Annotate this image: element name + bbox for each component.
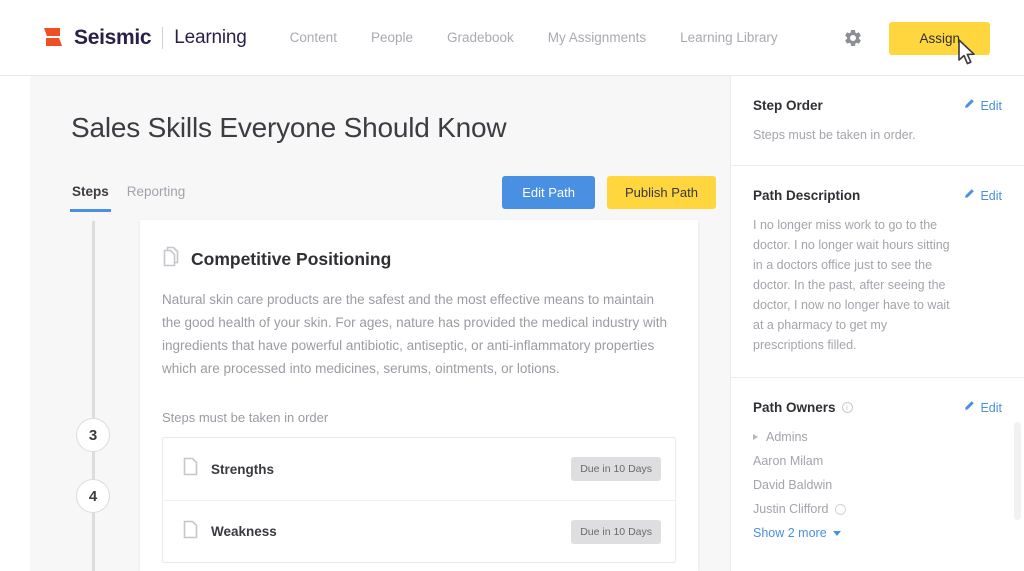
card-description: Natural skin care products are the safes… — [162, 292, 668, 376]
edit-path-description-button[interactable]: Edit — [963, 188, 1002, 203]
top-navigation-bar: Seismic Learning Content People Gradeboo… — [0, 0, 1024, 76]
nav-item-gradebook[interactable]: Gradebook — [430, 30, 531, 45]
owner-name: Justin Clifford — [753, 502, 829, 516]
document-icon — [183, 457, 198, 481]
brand-product-name: Learning — [174, 26, 247, 48]
documents-icon — [162, 246, 181, 272]
list-item: David Baldwin — [753, 473, 1002, 497]
list-item: Aaron Milam — [753, 449, 1002, 473]
publish-path-button[interactable]: Publish Path — [607, 176, 716, 209]
panel-header: Path Description Edit — [753, 166, 1002, 203]
tab-steps[interactable]: Steps — [70, 184, 111, 212]
owner-status-icon — [834, 503, 846, 515]
list-item[interactable]: Weakness Due in 10 Days — [163, 500, 675, 562]
scrollbar-thumb[interactable] — [1014, 422, 1021, 520]
page-title: Sales Skills Everyone Should Know — [71, 112, 507, 143]
seismic-logo-icon — [44, 27, 65, 48]
steps-timeline-line — [92, 221, 95, 571]
owner-group-admins[interactable]: Admins — [753, 425, 1002, 449]
pencil-icon — [963, 98, 975, 113]
panel-header: Step Order Edit — [753, 76, 1002, 113]
brand-divider — [162, 26, 164, 49]
assign-button[interactable]: Assign — [889, 21, 990, 55]
card-header: Competitive Positioning — [162, 246, 698, 272]
brand-name: Seismic — [74, 25, 152, 49]
path-action-buttons: Edit Path Publish Path — [502, 176, 716, 209]
topbar-actions: Assign — [843, 0, 990, 76]
owner-name: David Baldwin — [753, 478, 833, 492]
panel-title: Path Description — [753, 188, 861, 203]
list-item[interactable]: Strengths Due in 10 Days — [163, 438, 675, 500]
show-more-label: Show 2 more — [753, 526, 827, 540]
main-content-column: Sales Skills Everyone Should Know Steps … — [30, 76, 730, 571]
due-badge: Due in 10 Days — [571, 457, 661, 481]
panel-header: Path Owners i Edit — [753, 378, 1002, 415]
nav-item-my-assignments[interactable]: My Assignments — [531, 30, 663, 45]
content-tabs: Steps Reporting — [70, 184, 186, 212]
timeline-step-marker-3[interactable]: 3 — [76, 418, 110, 452]
tab-reporting[interactable]: Reporting — [127, 184, 186, 209]
edit-path-button[interactable]: Edit Path — [502, 176, 595, 209]
page-body: Sales Skills Everyone Should Know Steps … — [0, 76, 1024, 571]
owner-group-label: Admins — [766, 430, 808, 444]
edit-step-order-button[interactable]: Edit — [963, 98, 1002, 113]
left-gutter — [0, 76, 30, 571]
timeline-step-marker-4[interactable]: 4 — [76, 479, 110, 513]
nav-item-content[interactable]: Content — [273, 30, 354, 45]
path-owners-list: Admins Aaron Milam David Baldwin Justin … — [753, 415, 1002, 563]
card-title: Competitive Positioning — [191, 248, 392, 269]
show-more-owners-button[interactable]: Show 2 more — [753, 521, 1002, 545]
panel-title: Step Order — [753, 98, 823, 113]
main-nav: Content People Gradebook My Assignments … — [273, 30, 795, 45]
sidebar-scrollbar[interactable] — [1014, 76, 1023, 571]
step-list: Strengths Due in 10 Days Weakness Due in… — [162, 437, 676, 563]
panel-step-order: Step Order Edit Steps must be taken in o… — [731, 76, 1024, 165]
step-name: Weakness — [211, 524, 277, 539]
details-sidebar: Step Order Edit Steps must be taken in o… — [730, 76, 1024, 571]
pencil-icon — [963, 188, 975, 203]
due-badge: Due in 10 Days — [571, 519, 661, 544]
app-root: Seismic Learning Content People Gradeboo… — [0, 0, 1024, 571]
info-icon[interactable]: i — [841, 402, 853, 413]
nav-item-people[interactable]: People — [354, 30, 430, 45]
step-content-card: Competitive Positioning Natural skin car… — [140, 220, 698, 571]
edit-path-owners-button[interactable]: Edit — [963, 400, 1002, 415]
nav-item-learning-library[interactable]: Learning Library — [663, 30, 795, 45]
brand-logo[interactable]: Seismic Learning — [44, 26, 247, 50]
owner-name: Aaron Milam — [753, 454, 824, 468]
edit-label: Edit — [980, 98, 1002, 113]
path-description-text: I no longer miss work to go to the docto… — [753, 218, 950, 352]
panel-title: Path Owners — [753, 400, 836, 415]
panel-path-description: Path Description Edit I no longer miss w… — [731, 165, 1024, 377]
edit-label: Edit — [980, 188, 1002, 203]
chevron-right-icon — [753, 434, 758, 440]
gear-icon[interactable] — [843, 28, 863, 48]
document-icon — [183, 520, 198, 544]
step-order-text: Steps must be taken in order. — [753, 128, 916, 142]
pencil-icon — [963, 400, 975, 415]
step-name: Strengths — [211, 461, 275, 477]
chevron-down-icon — [832, 530, 841, 536]
card-order-note: Steps must be taken in order — [162, 410, 329, 425]
list-item: Justin Clifford — [753, 497, 1002, 521]
edit-label: Edit — [980, 400, 1002, 415]
panel-path-owners: Path Owners i Edit Admins Aaron Milam Da… — [731, 377, 1024, 563]
